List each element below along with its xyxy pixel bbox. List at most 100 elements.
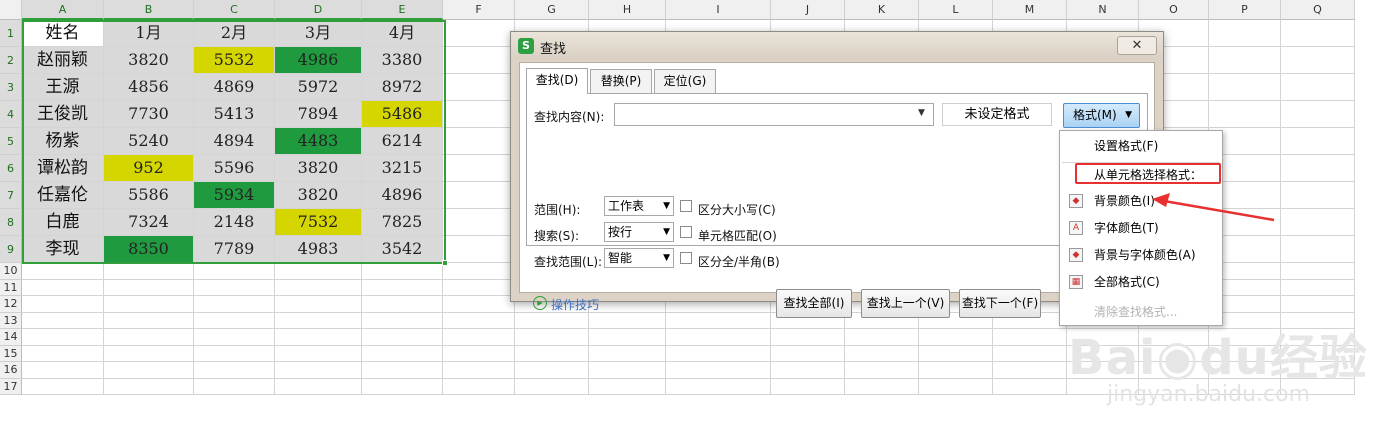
table-cell[interactable]: 杨紫 xyxy=(22,128,104,155)
column-header-g[interactable]: G xyxy=(515,0,589,20)
empty-cell[interactable] xyxy=(362,312,443,329)
row-header-11[interactable]: 11 xyxy=(0,279,22,296)
empty-cell[interactable] xyxy=(275,329,362,346)
empty-cell[interactable] xyxy=(919,378,993,395)
column-header-h[interactable]: H xyxy=(589,0,666,20)
empty-cell[interactable] xyxy=(194,312,275,329)
table-cell[interactable]: 白鹿 xyxy=(22,209,104,236)
row-header-16[interactable]: 16 xyxy=(0,362,22,379)
empty-cell[interactable] xyxy=(104,345,194,362)
column-header-e[interactable]: E xyxy=(362,0,443,20)
table-cell[interactable]: 任嘉伦 xyxy=(22,182,104,209)
empty-cell[interactable] xyxy=(589,378,666,395)
empty-cell[interactable] xyxy=(1281,128,1355,155)
empty-cell[interactable] xyxy=(515,312,589,329)
column-header-a[interactable]: A xyxy=(22,0,104,20)
table-cell[interactable]: 5972 xyxy=(275,74,362,101)
table-cell[interactable]: 4894 xyxy=(194,128,275,155)
empty-cell[interactable] xyxy=(362,362,443,379)
table-cell[interactable]: 3215 xyxy=(362,155,443,182)
row-header-9[interactable]: 9 xyxy=(0,236,22,263)
menu-item-all-format[interactable]: ▦ 全部格式(C) xyxy=(1060,271,1222,293)
empty-cell[interactable] xyxy=(993,362,1067,379)
empty-cell[interactable] xyxy=(104,312,194,329)
column-header-c[interactable]: C xyxy=(194,0,275,20)
empty-cell[interactable] xyxy=(194,378,275,395)
table-cell[interactable]: 2148 xyxy=(194,209,275,236)
empty-cell[interactable] xyxy=(443,128,515,155)
empty-cell[interactable] xyxy=(194,329,275,346)
table-cell[interactable]: 5413 xyxy=(194,101,275,128)
empty-cell[interactable] xyxy=(443,312,515,329)
row-header-4[interactable]: 4 xyxy=(0,101,22,128)
row-header-6[interactable]: 6 xyxy=(0,155,22,182)
table-header-cell[interactable]: 2月 xyxy=(194,20,275,47)
table-cell[interactable]: 7789 xyxy=(194,236,275,263)
table-cell[interactable]: 7825 xyxy=(362,209,443,236)
table-cell[interactable]: 5596 xyxy=(194,155,275,182)
table-cell[interactable]: 7324 xyxy=(104,209,194,236)
dialog-titlebar[interactable]: S 查找 ✕ xyxy=(511,32,1163,60)
column-header-p[interactable]: P xyxy=(1209,0,1281,20)
empty-cell[interactable] xyxy=(22,378,104,395)
table-header-cell[interactable]: 3月 xyxy=(275,20,362,47)
empty-cell[interactable] xyxy=(1281,209,1355,236)
empty-cell[interactable] xyxy=(22,329,104,346)
empty-cell[interactable] xyxy=(22,345,104,362)
empty-cell[interactable] xyxy=(362,345,443,362)
empty-cell[interactable] xyxy=(194,345,275,362)
empty-cell[interactable] xyxy=(443,263,515,280)
empty-cell[interactable] xyxy=(771,362,845,379)
table-header-cell[interactable]: 4月 xyxy=(362,20,443,47)
empty-cell[interactable] xyxy=(1281,296,1355,313)
table-cell[interactable]: 4869 xyxy=(194,74,275,101)
empty-cell[interactable] xyxy=(1281,47,1355,74)
table-cell[interactable]: 5532 xyxy=(194,47,275,74)
table-cell[interactable]: 7532 xyxy=(275,209,362,236)
row-header-5[interactable]: 5 xyxy=(0,128,22,155)
row-header-10[interactable]: 10 xyxy=(0,263,22,280)
empty-cell[interactable] xyxy=(1281,279,1355,296)
empty-cell[interactable] xyxy=(666,345,771,362)
empty-cell[interactable] xyxy=(1209,20,1281,47)
empty-cell[interactable] xyxy=(194,296,275,313)
empty-cell[interactable] xyxy=(275,362,362,379)
empty-cell[interactable] xyxy=(1209,101,1281,128)
table-cell[interactable]: 3820 xyxy=(275,182,362,209)
empty-cell[interactable] xyxy=(443,279,515,296)
row-header-3[interactable]: 3 xyxy=(0,74,22,101)
column-header-j[interactable]: J xyxy=(771,0,845,20)
empty-cell[interactable] xyxy=(443,329,515,346)
row-header-1[interactable]: 1 xyxy=(0,20,22,47)
empty-cell[interactable] xyxy=(443,101,515,128)
empty-cell[interactable] xyxy=(443,20,515,47)
row-header-8[interactable]: 8 xyxy=(0,209,22,236)
empty-cell[interactable] xyxy=(845,378,919,395)
find-all-button[interactable]: 查找全部(I) xyxy=(776,289,852,318)
table-cell[interactable]: 王源 xyxy=(22,74,104,101)
row-header-7[interactable]: 7 xyxy=(0,182,22,209)
empty-cell[interactable] xyxy=(104,296,194,313)
empty-cell[interactable] xyxy=(194,362,275,379)
column-header-f[interactable]: F xyxy=(443,0,515,20)
empty-cell[interactable] xyxy=(275,312,362,329)
empty-cell[interactable] xyxy=(104,378,194,395)
empty-cell[interactable] xyxy=(771,378,845,395)
table-cell[interactable]: 3820 xyxy=(104,47,194,74)
column-header-n[interactable]: N xyxy=(1067,0,1139,20)
empty-cell[interactable] xyxy=(443,74,515,101)
column-header-b[interactable]: B xyxy=(104,0,194,20)
column-header-i[interactable]: I xyxy=(666,0,771,20)
empty-cell[interactable] xyxy=(666,362,771,379)
empty-cell[interactable] xyxy=(919,345,993,362)
tab-goto[interactable]: 定位(G) xyxy=(654,69,716,93)
empty-cell[interactable] xyxy=(771,329,845,346)
table-cell[interactable]: 6214 xyxy=(362,128,443,155)
table-cell[interactable]: 7894 xyxy=(275,101,362,128)
empty-cell[interactable] xyxy=(362,378,443,395)
table-cell[interactable]: 3542 xyxy=(362,236,443,263)
empty-cell[interactable] xyxy=(443,362,515,379)
empty-cell[interactable] xyxy=(22,279,104,296)
empty-cell[interactable] xyxy=(443,345,515,362)
table-cell[interactable]: 谭松韵 xyxy=(22,155,104,182)
